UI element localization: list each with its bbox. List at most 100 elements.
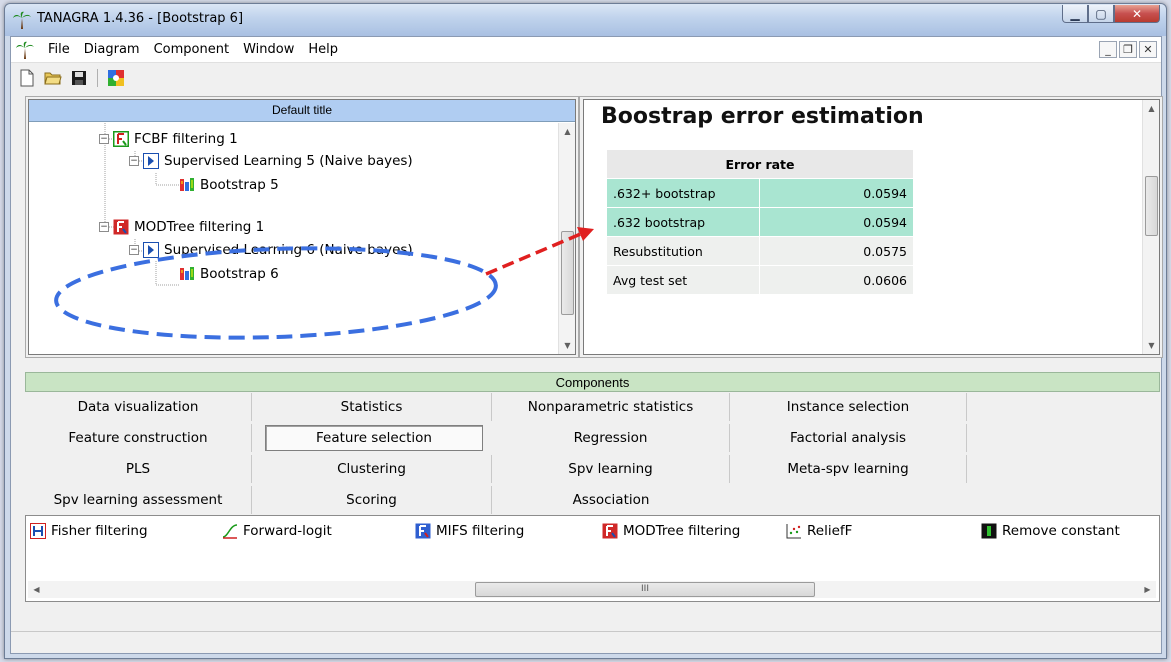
collapse-icon[interactable]: − — [99, 222, 109, 232]
table-header: Error rate — [606, 149, 914, 179]
scroll-left-icon[interactable]: ◀ — [28, 581, 45, 598]
close-icon: ✕ — [1131, 6, 1143, 21]
scroll-down-icon[interactable]: ▼ — [1143, 337, 1160, 354]
category-spv-learning[interactable]: Spv learning — [492, 455, 730, 483]
row-value: 0.0606 — [759, 265, 914, 295]
tree-node-label: Bootstrap 5 — [200, 177, 279, 193]
table-row: .632 bootstrap 0.0594 — [606, 207, 914, 237]
component-relieff[interactable]: ReliefF — [786, 523, 852, 539]
mdi-restore-button[interactable]: ❐ — [1119, 41, 1137, 58]
tree-node-sl6[interactable]: − Supervised Learning 6 (Naive bayes) — [129, 239, 413, 261]
title-bar[interactable]: TANAGRA 1.4.36 - [Bootstrap 6] ▁ ▢ ✕ — [5, 4, 1166, 36]
maximize-icon: ▢ — [1095, 6, 1107, 21]
modtree-filtering-icon — [602, 523, 618, 539]
components-header: Components — [25, 372, 1160, 392]
error-table: Error rate .632+ bootstrap 0.0594 .632 b… — [606, 149, 914, 295]
component-mifs-filtering[interactable]: MIFS filtering — [415, 523, 524, 539]
scroll-up-icon[interactable]: ▲ — [559, 123, 576, 140]
new-file-button[interactable] — [17, 68, 37, 88]
table-row: .632+ bootstrap 0.0594 — [606, 178, 914, 208]
table-row: Avg test set 0.0606 — [606, 265, 914, 295]
category-association[interactable]: Association — [492, 486, 730, 514]
tree-node-sl5[interactable]: − Supervised Learning 5 (Naive bayes) — [129, 150, 413, 172]
menu-file[interactable]: File — [41, 42, 77, 57]
collapse-icon[interactable]: − — [129, 156, 139, 166]
mifs-filtering-icon — [415, 523, 431, 539]
open-folder-icon — [44, 72, 62, 85]
open-folder-button[interactable] — [43, 68, 63, 88]
maximize-button[interactable]: ▢ — [1088, 5, 1114, 23]
row-value: 0.0594 — [759, 178, 914, 208]
scroll-thumb[interactable]: III — [475, 582, 815, 597]
status-bar — [11, 631, 1161, 653]
component-label: MIFS filtering — [436, 523, 525, 539]
component-remove-constant[interactable]: Remove constant — [981, 523, 1120, 539]
filter-red-icon — [113, 219, 129, 235]
palm-tree-icon — [13, 11, 31, 29]
category-feature-selection[interactable]: Feature selection — [265, 425, 483, 451]
category-statistics[interactable]: Statistics — [252, 393, 492, 421]
category-clustering[interactable]: Clustering — [252, 455, 492, 483]
component-label: Forward-logit — [243, 523, 332, 539]
tree-node-label: Supervised Learning 6 (Naive bayes) — [164, 242, 413, 258]
play-icon — [143, 153, 159, 169]
scroll-up-icon[interactable]: ▲ — [1143, 100, 1160, 117]
close-button[interactable]: ✕ — [1114, 5, 1160, 23]
component-hscrollbar[interactable]: ◀ III ▶ — [28, 581, 1156, 598]
bootstrap-icon — [180, 267, 194, 280]
diagram-title[interactable]: Default title — [29, 100, 575, 122]
category-feature-construction[interactable]: Feature construction — [25, 424, 252, 452]
category-meta-spv-learning[interactable]: Meta-spv learning — [730, 455, 967, 483]
row-label: .632+ bootstrap — [606, 178, 760, 208]
forward-logit-icon — [222, 524, 238, 539]
main-window: TANAGRA 1.4.36 - [Bootstrap 6] ▁ ▢ ✕ Fil… — [4, 3, 1167, 659]
category-spv-learning-assessment[interactable]: Spv learning assessment — [25, 486, 252, 514]
component-fisher-filtering[interactable]: Fisher filtering — [30, 523, 148, 539]
bootstrap-icon — [180, 178, 194, 191]
component-button[interactable] — [106, 68, 126, 88]
category-data-visualization[interactable]: Data visualization — [25, 393, 252, 421]
collapse-icon[interactable]: − — [99, 134, 109, 144]
tree-node-label: MODTree filtering 1 — [134, 219, 265, 235]
result-title: Boostrap error estimation — [601, 104, 924, 129]
scroll-down-icon[interactable]: ▼ — [559, 337, 576, 354]
mdi-close-button[interactable]: ✕ — [1139, 41, 1157, 58]
scroll-right-icon[interactable]: ▶ — [1139, 581, 1156, 598]
component-modtree-filtering[interactable]: MODTree filtering — [602, 523, 740, 539]
minimize-button[interactable]: ▁ — [1062, 5, 1088, 23]
remove-constant-icon — [981, 523, 997, 539]
tree-node-bootstrap5[interactable]: Bootstrap 5 — [179, 174, 279, 196]
menu-help[interactable]: Help — [301, 42, 345, 57]
scroll-thumb[interactable] — [1145, 176, 1158, 236]
component-forward-logit[interactable]: Forward-logit — [222, 523, 332, 539]
play-icon — [143, 242, 159, 258]
category-scoring[interactable]: Scoring — [252, 486, 492, 514]
collapse-icon[interactable]: − — [129, 245, 139, 255]
tree-node-bootstrap6[interactable]: Bootstrap 6 — [179, 263, 279, 285]
row-value: 0.0575 — [759, 236, 914, 266]
toolbar — [11, 64, 1161, 92]
tree-node-modtree[interactable]: − MODTree filtering 1 — [99, 216, 264, 238]
row-label: Resubstitution — [606, 236, 760, 266]
tree-node-label: FCBF filtering 1 — [134, 131, 238, 147]
mdi-minimize-button[interactable]: _ — [1099, 41, 1117, 58]
save-button[interactable] — [69, 68, 89, 88]
category-nonparametric-statistics[interactable]: Nonparametric statistics — [492, 393, 730, 421]
menu-diagram[interactable]: Diagram — [77, 42, 147, 57]
category-regression[interactable]: Regression — [492, 424, 730, 452]
row-label: .632 bootstrap — [606, 207, 760, 237]
component-label: MODTree filtering — [623, 523, 741, 539]
menu-window[interactable]: Window — [236, 42, 301, 57]
palm-tree-icon[interactable] — [15, 40, 35, 60]
minimize-icon: ▁ — [1070, 6, 1080, 21]
scroll-thumb[interactable] — [561, 231, 574, 315]
category-factorial-analysis[interactable]: Factorial analysis — [730, 424, 967, 452]
category-instance-selection[interactable]: Instance selection — [730, 393, 967, 421]
tree-node-fcbf[interactable]: − FCBF filtering 1 — [99, 128, 238, 150]
category-pls[interactable]: PLS — [25, 455, 252, 483]
toolbar-separator — [97, 69, 98, 87]
menu-component[interactable]: Component — [147, 42, 236, 57]
component-label: Remove constant — [1002, 523, 1120, 539]
diagram-scrollbar[interactable]: ▲ ▼ — [558, 123, 575, 354]
result-scrollbar[interactable]: ▲ ▼ — [1142, 100, 1159, 354]
